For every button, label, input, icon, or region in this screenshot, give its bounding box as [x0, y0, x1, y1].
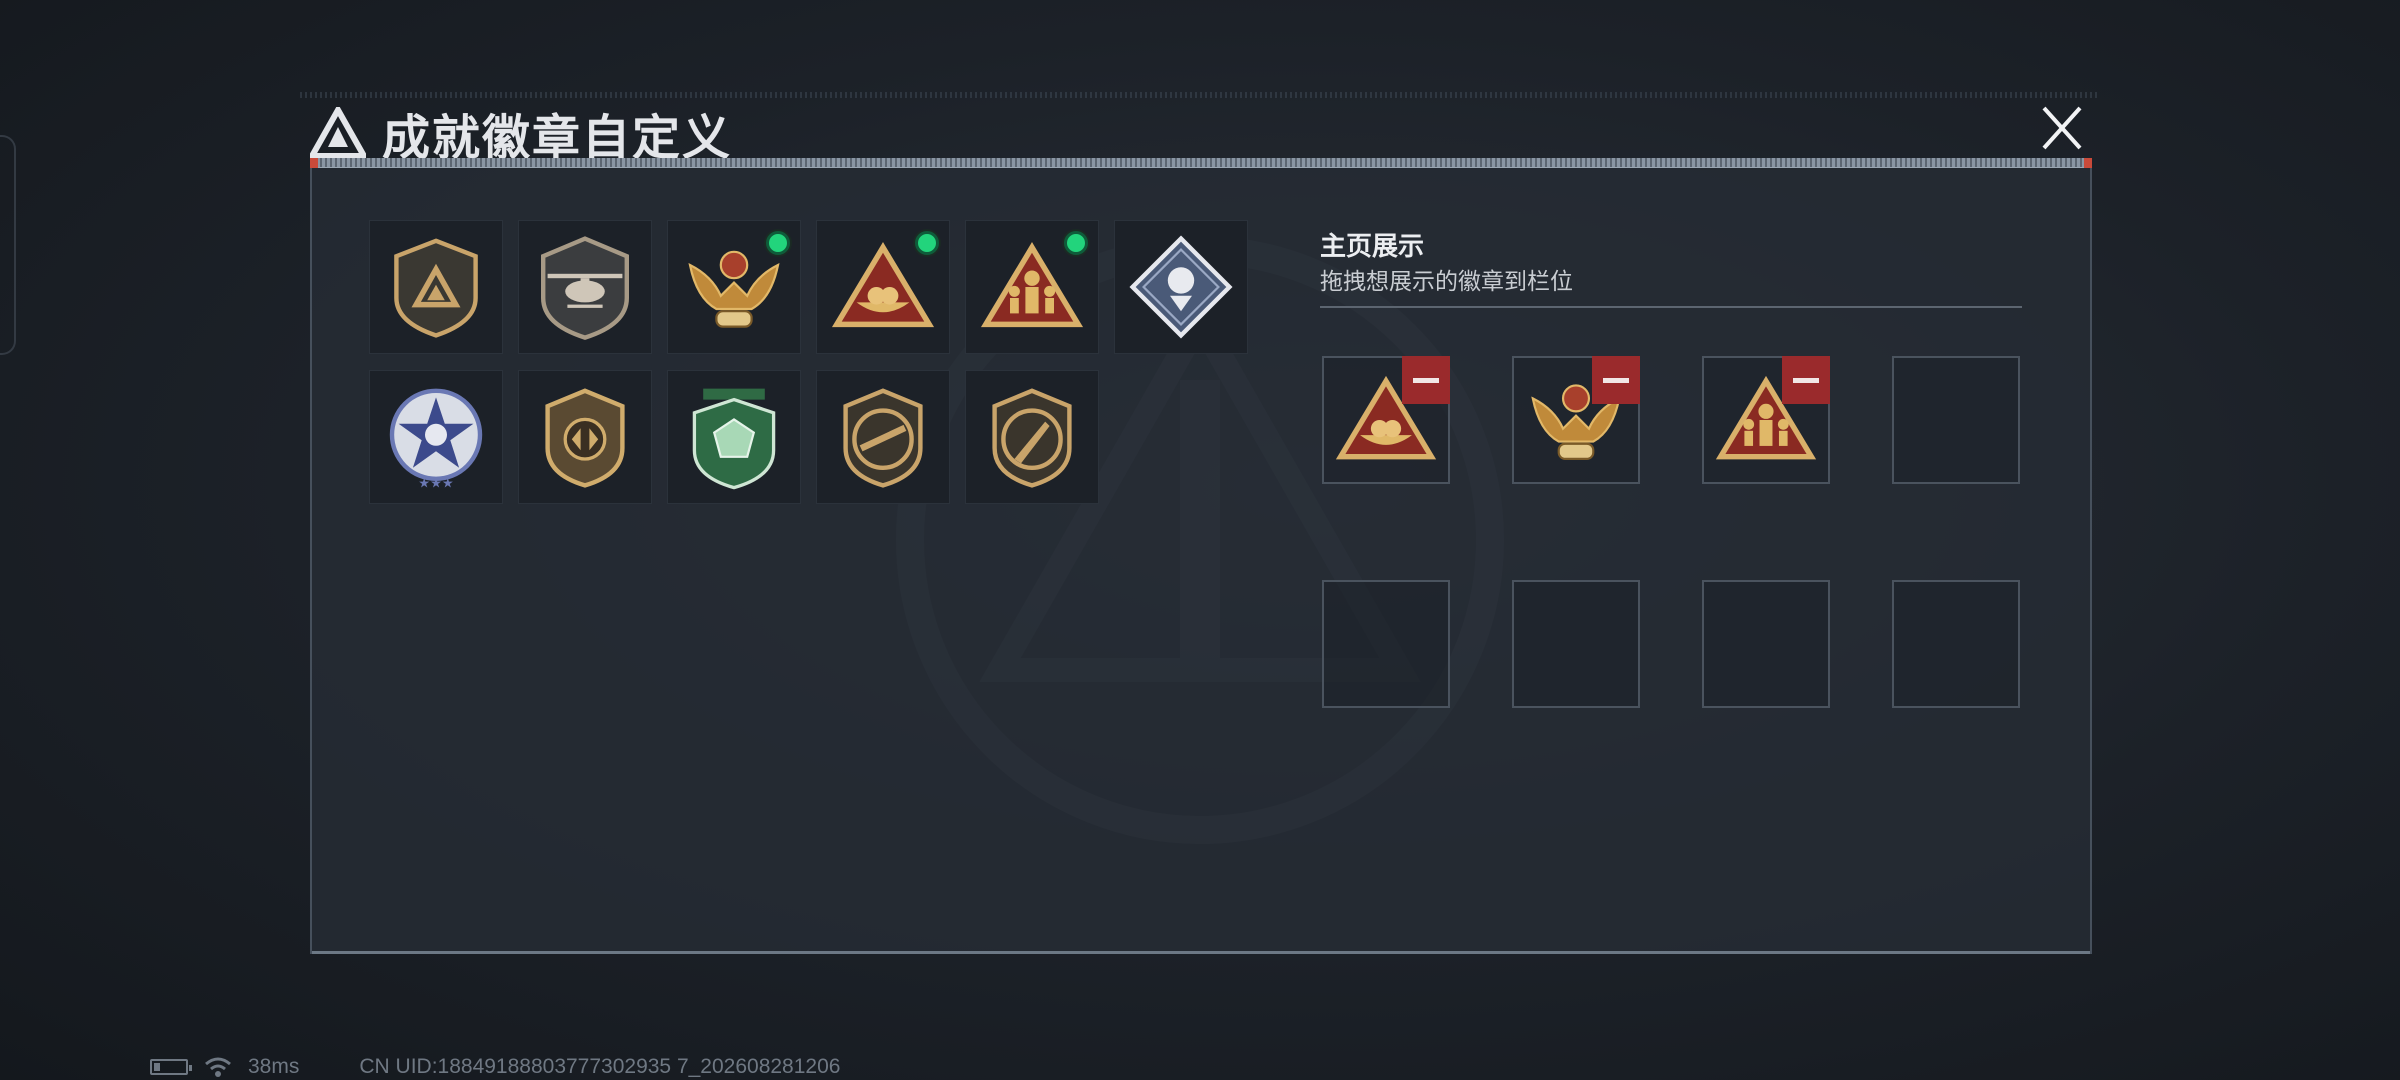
battery-icon [150, 1059, 192, 1075]
badge-cell[interactable] [965, 220, 1099, 354]
display-slot-empty[interactable] [1892, 356, 2020, 484]
minus-icon [1603, 377, 1629, 383]
badge-cell[interactable] [965, 370, 1099, 504]
remove-badge-button[interactable] [1402, 356, 1450, 404]
shield-triangle-badge-icon [394, 238, 478, 338]
display-slot-empty[interactable] [1702, 580, 1830, 708]
section-divider [1320, 306, 2022, 308]
status-bar: 38ms CN UID:18849188803777302935 7_20260… [150, 1055, 840, 1079]
minus-icon [1413, 377, 1439, 383]
panel-top-border [310, 158, 2092, 168]
knife-shield-badge-icon [992, 388, 1072, 488]
badge-collection-grid: ★★★ [369, 220, 1248, 504]
badge-cell[interactable] [816, 370, 950, 504]
badge-cell[interactable] [1114, 220, 1248, 354]
helicopter-shield-badge-icon [541, 236, 629, 340]
minus-icon [1793, 377, 1819, 383]
badge-customize-panel: ★★★ 主页展示 拖拽想展示的徽章到栏位 [310, 158, 2092, 954]
remove-badge-button[interactable] [1782, 356, 1830, 404]
display-slot-empty[interactable] [1512, 580, 1640, 708]
rifle-shield-badge-icon [843, 388, 923, 488]
badge-cell[interactable] [667, 220, 801, 354]
wifi-icon [205, 1057, 231, 1077]
svg-text:★★★: ★★★ [418, 477, 453, 492]
ping-text: 38ms [248, 1055, 300, 1078]
badge-cell[interactable] [518, 370, 652, 504]
display-section-title: 主页展示 [1320, 231, 1425, 261]
display-slot[interactable] [1322, 356, 1450, 484]
equipped-indicator [1064, 231, 1088, 255]
display-slot-empty[interactable] [1892, 580, 2020, 708]
equipped-indicator [766, 231, 790, 255]
green-gem-badge-icon [692, 388, 776, 490]
panel-bottom-border [312, 951, 2090, 954]
star-skull-badge-icon: ★★★ [389, 388, 483, 492]
badge-cell[interactable]: ★★★ [369, 370, 503, 504]
badge-cell[interactable] [816, 220, 950, 354]
display-section-hint: 拖拽想展示的徽章到栏位 [1320, 268, 1573, 294]
display-slots-grid [1322, 356, 2020, 708]
shield-wings-badge-icon [545, 388, 625, 488]
side-drawer-handle[interactable] [0, 135, 16, 355]
display-slot[interactable] [1512, 356, 1640, 484]
badge-cell[interactable] [518, 220, 652, 354]
badge-cell[interactable] [369, 220, 503, 354]
uid-text: CN UID:18849188803777302935 7_2026082812… [359, 1055, 841, 1078]
delta-logo-icon [310, 107, 366, 159]
display-slot[interactable] [1702, 356, 1830, 484]
diamond-rose-badge-icon [1129, 235, 1233, 339]
badge-cell[interactable] [667, 370, 801, 504]
remove-badge-button[interactable] [1592, 356, 1640, 404]
close-button[interactable] [2030, 100, 2094, 156]
equipped-indicator [915, 231, 939, 255]
display-slot-empty[interactable] [1322, 580, 1450, 708]
